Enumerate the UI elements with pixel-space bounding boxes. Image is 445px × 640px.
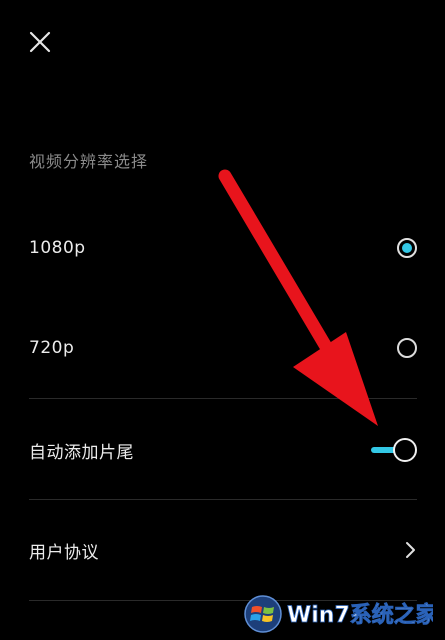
resolution-option-label: 1080p: [29, 238, 86, 258]
watermark: Win7系统之家: [243, 592, 439, 636]
user-agreement-label: 用户协议: [29, 542, 99, 563]
auto-ending-label: 自动添加片尾: [29, 442, 134, 463]
user-agreement-row[interactable]: 用户协议: [0, 520, 445, 580]
close-button[interactable]: [22, 24, 58, 60]
watermark-text: Win7系统之家: [287, 602, 433, 629]
radio-selected-icon[interactable]: [397, 238, 417, 258]
resolution-section-title: 视频分辨率选择: [29, 152, 149, 171]
chevron-right-icon: [406, 542, 415, 558]
auto-ending-toggle[interactable]: [371, 438, 417, 462]
radio-unselected-icon[interactable]: [397, 338, 417, 358]
divider: [29, 398, 417, 399]
resolution-option-1080p[interactable]: 1080p: [0, 218, 445, 278]
auto-ending-row[interactable]: 自动添加片尾: [0, 420, 445, 480]
close-icon: [29, 31, 51, 53]
toggle-knob: [393, 438, 417, 462]
svg-text:Win7系统之家: Win7系统之家: [287, 602, 433, 628]
resolution-option-label: 720p: [29, 338, 75, 358]
resolution-option-720p[interactable]: 720p: [0, 318, 445, 378]
radio-dot: [402, 243, 412, 253]
divider: [29, 499, 417, 500]
windows-logo-icon: [244, 595, 282, 633]
